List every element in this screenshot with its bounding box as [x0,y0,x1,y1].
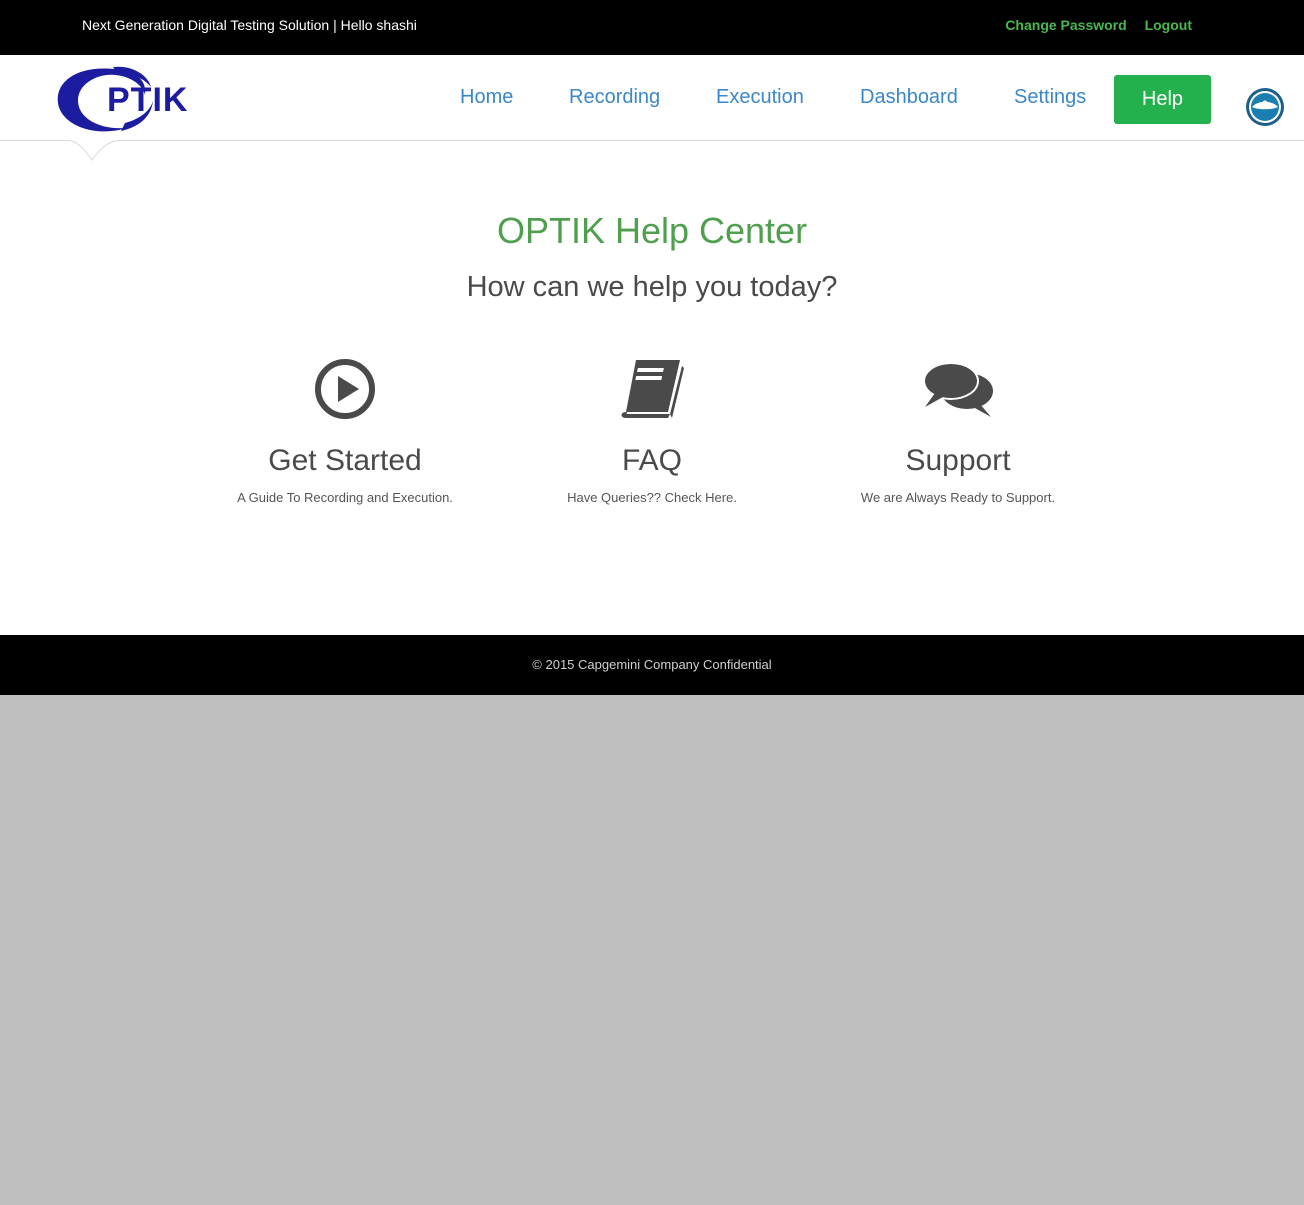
nav-recording[interactable]: Recording [569,86,660,109]
change-password-link[interactable]: Change Password [1005,17,1126,33]
tagline: Next Generation Digital Testing Solution… [82,17,417,33]
footer: © 2015 Capgemini Company Confidential [0,635,1304,695]
nav-settings[interactable]: Settings [1014,86,1086,109]
card-faq[interactable]: FAQ Have Queries?? Check Here. [502,356,802,505]
card-title: Support [905,444,1011,477]
nav-home[interactable]: Home [460,86,513,109]
card-support[interactable]: Support We are Always Ready to Support. [808,356,1108,505]
page-title: OPTIK Help Center [496,210,808,251]
card-title: FAQ [621,444,682,477]
chat-bubbles-icon [808,356,1108,422]
footer-copyright: © 2015 Capgemini Company Confidential [532,657,772,672]
nav-pointer-notch [64,140,124,161]
nav-dashboard[interactable]: Dashboard [860,86,958,109]
nav-execution[interactable]: Execution [716,86,804,109]
main-navbar: PTIK Home Recording Execution Dashboard … [0,55,1304,141]
card-description: Have Queries?? Check Here. [567,490,737,505]
play-circle-icon [195,356,495,422]
account-links: Change Password Logout [991,17,1192,33]
card-title: Get Started [268,444,422,477]
top-bar: Next Generation Digital Testing Solution… [0,0,1304,55]
page-subtitle: How can we help you today? [466,271,838,303]
book-icon [502,356,802,422]
avatar-icon [1246,88,1284,126]
card-description: A Guide To Recording and Execution. [237,490,453,505]
logout-link[interactable]: Logout [1145,17,1192,33]
optik-logo[interactable]: PTIK [55,65,230,137]
logo-text: PTIK [107,81,189,119]
card-get-started[interactable]: Get Started A Guide To Recording and Exe… [195,356,495,505]
help-center-content: OPTIK Help Center How can we help you to… [0,140,1304,635]
card-description: We are Always Ready to Support. [860,490,1056,505]
user-avatar[interactable] [1244,88,1286,126]
nav-help-button[interactable]: Help [1114,75,1211,124]
